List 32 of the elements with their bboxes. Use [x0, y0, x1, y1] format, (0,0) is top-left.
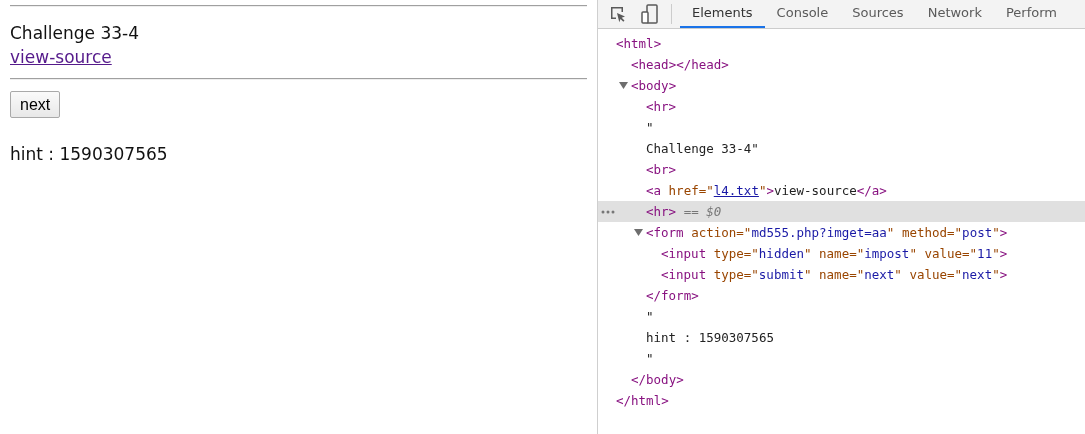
- tab[interactable]: Perform: [993, 0, 1069, 28]
- code-line[interactable]: <input type="hidden" name="impost" value="11">: [661, 246, 1008, 261]
- code-line[interactable]: <html>: [616, 36, 662, 51]
- challenge-title: Challenge 33-4: [10, 22, 140, 45]
- code-line[interactable]: ": [646, 120, 654, 135]
- code-line[interactable]: <body>: [631, 78, 677, 93]
- expand-triangle-icon[interactable]: [619, 81, 628, 90]
- code-line[interactable]: <a href="l4.txt">view-source</a>: [646, 183, 887, 198]
- tab[interactable]: Network: [915, 0, 994, 28]
- code-line[interactable]: <hr> == $0: [646, 204, 722, 219]
- device-icon[interactable]: [641, 4, 659, 24]
- code-line[interactable]: <br>: [646, 162, 677, 177]
- expand-triangle-icon[interactable]: [634, 228, 643, 237]
- tab[interactable]: Console: [764, 0, 841, 28]
- code-line[interactable]: hint : 1590307565: [646, 330, 774, 345]
- code-line[interactable]: <form action="md555.php?imget=aa" method="post">: [646, 225, 1008, 240]
- code-line[interactable]: <hr>: [646, 99, 677, 114]
- code-line[interactable]: <head></head>: [631, 57, 729, 72]
- code-line[interactable]: ": [646, 351, 654, 366]
- code-line[interactable]: ": [646, 309, 654, 324]
- inspect-icon[interactable]: [609, 5, 627, 23]
- next-button[interactable]: next: [10, 91, 61, 118]
- code-line[interactable]: </body>: [631, 372, 684, 387]
- code-line[interactable]: <input type="submit" name="next" value="next">: [661, 267, 1008, 282]
- code-line[interactable]: Challenge 33-4": [646, 141, 759, 156]
- view-source-link[interactable]: view-source: [10, 47, 112, 67]
- tab[interactable]: Sources: [840, 0, 916, 28]
- code-line[interactable]: </html>: [616, 393, 669, 408]
- more-icon[interactable]: [601, 210, 615, 214]
- code-line[interactable]: </form>: [646, 288, 699, 303]
- hint-text: hint : 1590307565: [10, 143, 169, 166]
- tab[interactable]: Elements: [680, 0, 765, 28]
